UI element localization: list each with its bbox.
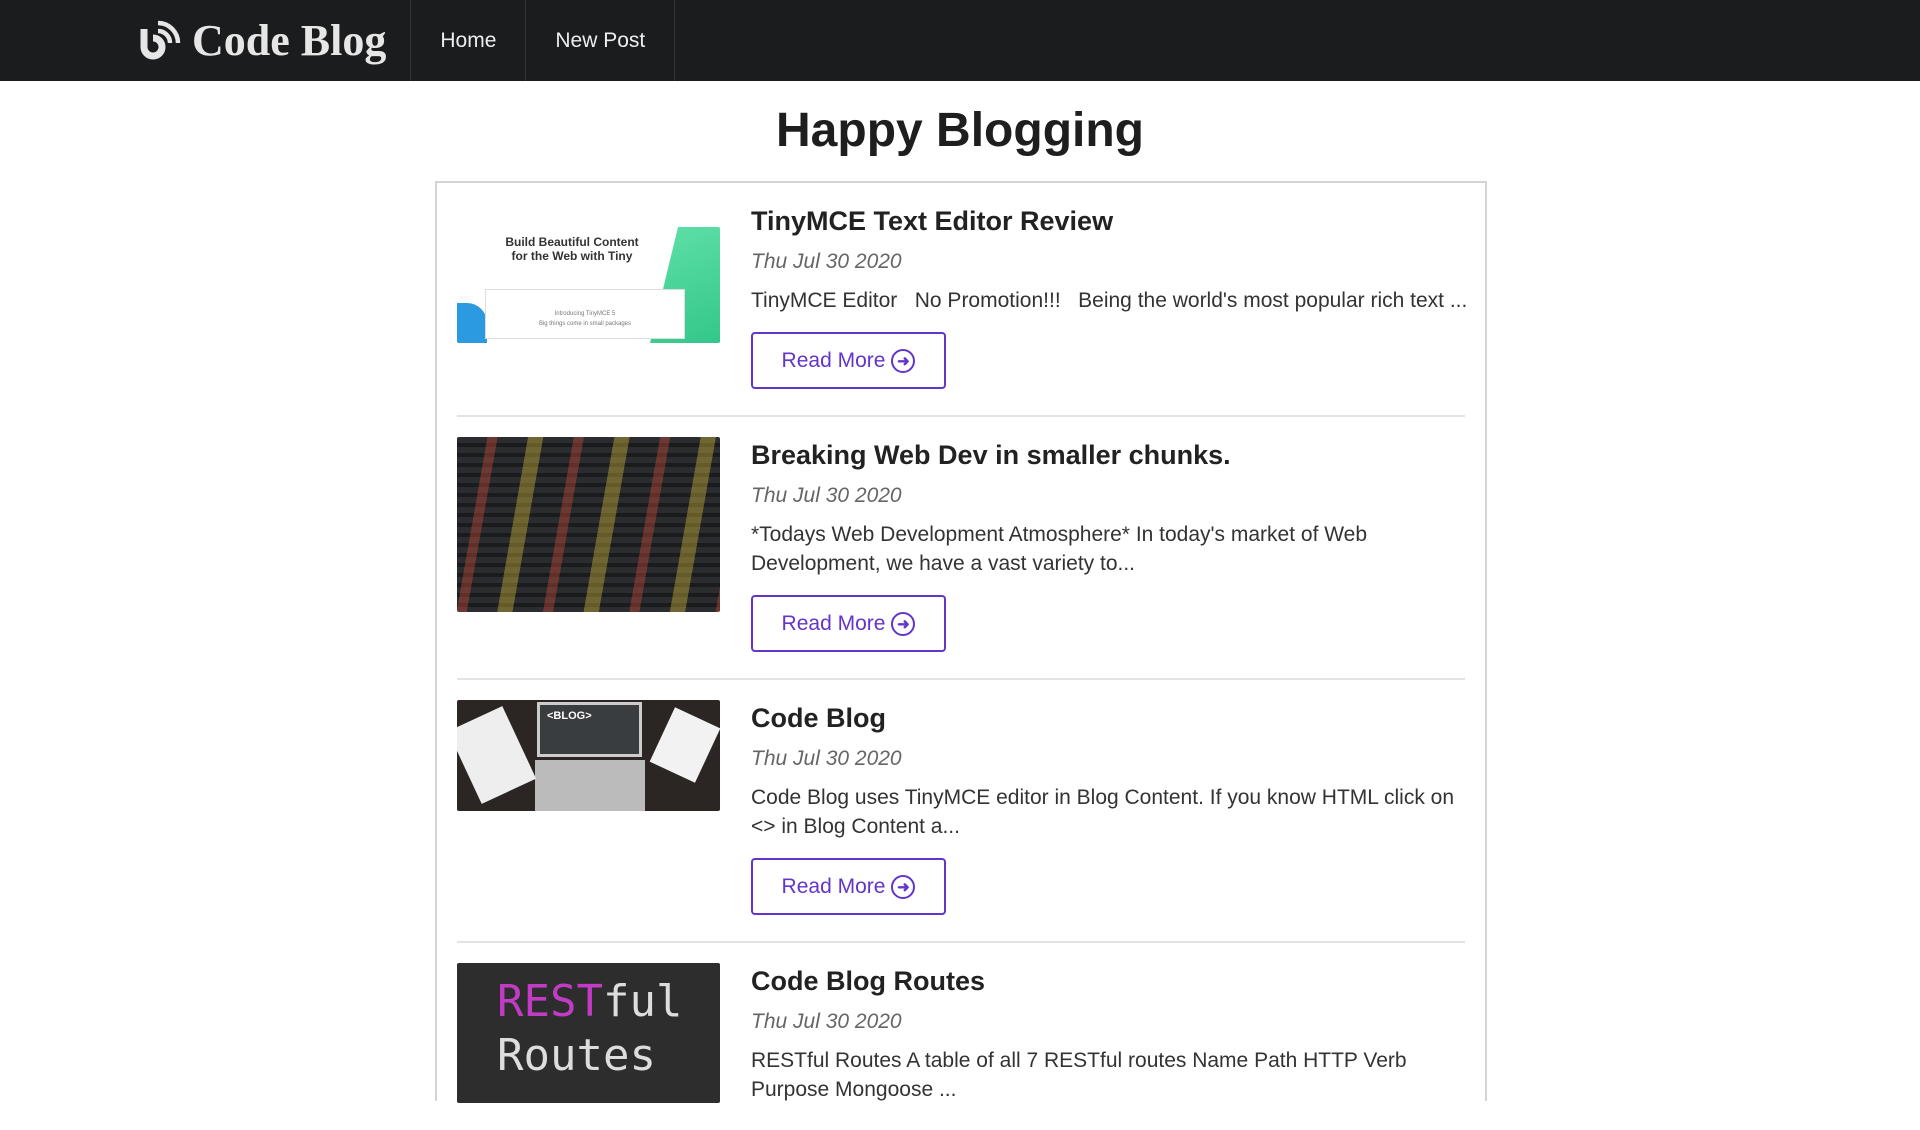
rss-logo-icon: [140, 20, 181, 59]
read-more-label: Read More: [781, 611, 886, 635]
nav-new-post[interactable]: New Post: [526, 0, 676, 81]
post-excerpt: Code Blog uses TinyMCE editor in Blog Co…: [751, 786, 1455, 838]
read-more-label: Read More: [781, 348, 886, 372]
post-title[interactable]: TinyMCE Text Editor Review: [751, 204, 1467, 238]
page-title: Happy Blogging: [776, 104, 1144, 157]
brand-name: Code Blog: [192, 16, 387, 65]
thumb-blog-text: <BLOG>: [547, 710, 592, 722]
post-date: Thu Jul 30 2020: [751, 250, 902, 273]
post-date: Thu Jul 30 2020: [751, 484, 902, 507]
post-thumbnail[interactable]: <BLOG>: [457, 700, 720, 811]
read-more-label: Read More: [781, 874, 886, 898]
post-date: Thu Jul 30 2020: [751, 747, 902, 770]
post-excerpt: TinyMCE Editor No Promotion!!! Being the…: [751, 289, 1468, 312]
post-title[interactable]: Code Blog Routes: [751, 964, 1465, 998]
post-excerpt: *Todays Web Development Atmosphere* In t…: [751, 523, 1368, 575]
arrow-right-circle-icon: ➜: [891, 611, 916, 636]
thumb-sub2: Big things come in small packages: [538, 321, 632, 327]
post-item: <BLOG> Code Blog Thu Jul 30 2020 Code Bl…: [457, 680, 1465, 943]
read-more-button[interactable]: Read More ➜: [751, 595, 946, 652]
post-thumbnail[interactable]: Build Beautiful Content for the Web with…: [457, 227, 720, 343]
brand-logo[interactable]: Code Blog: [138, 0, 412, 81]
post-list: Build Beautiful Content for the Web with…: [435, 181, 1487, 1103]
arrow-right-circle-icon: ➜: [891, 874, 916, 899]
post-item: Breaking Web Dev in smaller chunks. Thu …: [457, 417, 1465, 680]
navbar: Code Blog Home New Post: [0, 0, 1920, 81]
thumb-headline: Build Beautiful Content for the Web with…: [505, 235, 639, 263]
post-excerpt: RESTful Routes A table of all 7 RESTful …: [751, 1049, 1407, 1101]
post-date: Thu Jul 30 2020: [751, 1010, 902, 1033]
post-title[interactable]: Breaking Web Dev in smaller chunks.: [751, 438, 1465, 472]
post-title[interactable]: Code Blog: [751, 701, 1465, 735]
thumb-routes: Routes: [497, 1030, 656, 1081]
thumb-sub: Introducing TinyMCE 5: [554, 311, 616, 317]
thumb-ful: ful: [602, 976, 683, 1027]
thumb-rest: REST: [497, 976, 603, 1027]
post-thumbnail[interactable]: RESTful Routes: [457, 963, 720, 1103]
post-thumbnail[interactable]: [457, 437, 720, 612]
read-more-button[interactable]: Read More ➜: [751, 858, 946, 915]
arrow-right-circle-icon: ➜: [891, 348, 916, 373]
post-item: RESTful Routes Code Blog Routes Thu Jul …: [457, 943, 1465, 1130]
read-more-button[interactable]: Read More ➜: [751, 332, 946, 389]
post-item: Build Beautiful Content for the Web with…: [457, 183, 1468, 417]
nav-home[interactable]: Home: [411, 0, 527, 81]
